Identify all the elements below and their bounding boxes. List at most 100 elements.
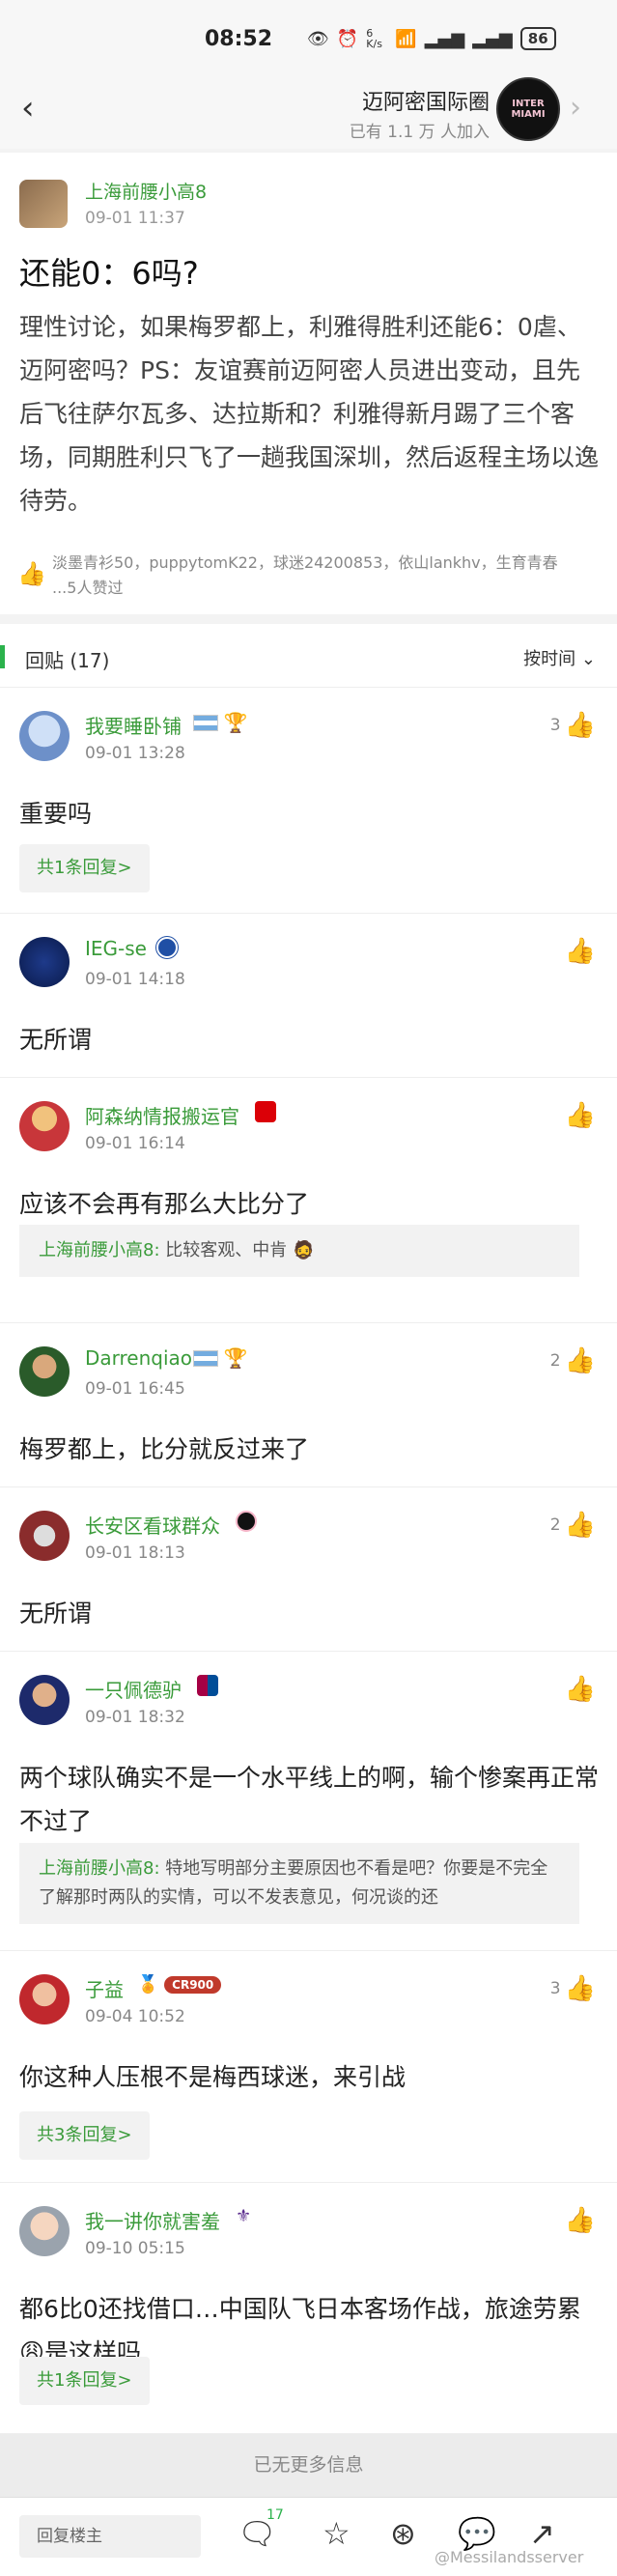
circle-name[interactable]: 迈阿密国际圈: [362, 85, 490, 116]
avatar[interactable]: [19, 1675, 70, 1725]
avatar[interactable]: [19, 1974, 70, 2024]
reply-text: 无所谓: [19, 1599, 93, 1628]
reply-author[interactable]: 子益: [85, 1974, 124, 2002]
chevron-right-icon[interactable]: ›: [570, 91, 581, 125]
avatar[interactable]: [19, 1346, 70, 1397]
quote-author: 上海前腰小高8:: [39, 1858, 160, 1879]
post-likes[interactable]: 淡墨青衫50，puppytomK22，球迷24200853，依山lankhv，生…: [52, 551, 574, 601]
fiorentina-badge-icon: ⚜: [236, 2206, 252, 2226]
trophy-icon: 🏆: [223, 711, 248, 734]
quote-text: 比较客观、中肯: [159, 1240, 288, 1260]
chevron-down-icon: ⌄: [580, 649, 596, 669]
quoted-reply[interactable]: 上海前腰小高8: 特地写明部分主要原因也不看是吧？你要是不完全了解那时两队的实情…: [19, 1843, 579, 1924]
chelsea-badge-icon: [156, 937, 178, 958]
like-button[interactable]: 👍: [561, 1675, 596, 1704]
sort-label: 按时间: [523, 649, 576, 669]
argentina-flag-icon: [193, 714, 218, 731]
arsenal-badge-icon: [255, 1101, 276, 1122]
sub-replies-button[interactable]: 共3条回复>: [19, 2111, 150, 2160]
thumbs-up-icon: 👍: [564, 1675, 596, 1704]
reply-author[interactable]: IEG-se: [85, 937, 147, 960]
argentina-flag-icon: [193, 1349, 218, 1367]
post-title: 还能0：6吗?: [19, 255, 199, 292]
reply-time: 09-01 18:32: [85, 1708, 185, 1727]
reply-author[interactable]: 我要睡卧铺: [85, 711, 182, 739]
like-count: 3: [549, 716, 561, 735]
wechat-icon[interactable]: 💬: [458, 2515, 496, 2552]
sort-dropdown[interactable]: 按时间 ⌄: [523, 645, 596, 670]
sub-replies-button[interactable]: 共1条回复>: [19, 844, 150, 892]
thumbs-up-icon: 👍: [564, 1346, 596, 1375]
avatar[interactable]: [19, 180, 68, 228]
reply-text: 两个球队确实不是一个水平线上的啊，输个惨案再正常不过了: [19, 1764, 600, 1835]
like-button[interactable]: 2 👍: [550, 1346, 596, 1375]
like-button[interactable]: 👍: [561, 2206, 596, 2235]
like-button[interactable]: 3 👍: [550, 1974, 596, 2003]
network-speed: 6 K/s: [366, 27, 382, 50]
status-time: 08:52: [205, 27, 273, 51]
reply-time: 09-04 10:52: [85, 2007, 185, 2026]
alarm-icon: ⏰: [336, 28, 359, 49]
avatar[interactable]: [19, 937, 70, 987]
wifi-icon: 📶: [395, 28, 417, 49]
reply-text: 梅罗都上，比分就反过来了: [19, 1435, 310, 1463]
thumbs-up-icon: 👍: [564, 711, 596, 740]
reply-author[interactable]: 长安区看球群众: [85, 1511, 220, 1539]
reply-item: 我要睡卧铺 🏆 09-01 13:28 3 👍 重要吗 共1条回复>: [0, 688, 617, 914]
reply-badges: [197, 1675, 218, 1696]
quote-author: 上海前腰小高8:: [39, 1240, 160, 1260]
reply-text: 重要吗: [19, 800, 93, 828]
avatar[interactable]: [19, 1511, 70, 1561]
status-icons: 👁 ⏰ 6 K/s 📶 ▂▄▆ ▂▄▆ 86: [307, 27, 556, 50]
avatar[interactable]: [19, 1101, 70, 1151]
avatar[interactable]: [19, 2206, 70, 2256]
reply-time: 09-01 13:28: [85, 744, 185, 763]
status-bar: 08:52 👁 ⏰ 6 K/s 📶 ▂▄▆ ▂▄▆ 86: [0, 0, 617, 77]
emoji-icon: 🧔: [293, 1240, 315, 1260]
reply-item: 我一讲你就害羞 ⚜ 09-10 05:15 👍 都6比0还找借口…中国队飞日本客…: [0, 2183, 617, 2434]
reply-time: 09-01 16:45: [85, 1379, 185, 1399]
reply-author[interactable]: Darrenqiao: [85, 1346, 192, 1370]
aperture-icon[interactable]: ⊛: [390, 2515, 416, 2552]
reply-time: 09-01 16:14: [85, 1134, 185, 1153]
like-count: 2: [549, 1351, 561, 1371]
replies-header: 回贴 (17) 按时间 ⌄: [0, 624, 617, 688]
bottom-bar: 回复楼主 🗨 17 ☆ ⊛ 💬 ↗ @Messilandsserver: [0, 2497, 617, 2576]
thumbs-up-icon: 👍: [564, 1101, 596, 1130]
share-icon[interactable]: ↗: [529, 2515, 555, 2552]
top-header: ‹ 迈阿密国际圈 已有 1.1 万 人加入 INTER MIAMI ›: [0, 70, 617, 149]
reply-text: 你这种人压根不是梅西球迷，来引战: [19, 2063, 407, 2091]
back-icon[interactable]: ‹: [21, 89, 35, 127]
reply-badges: [236, 1511, 257, 1532]
trophy-icon: 🏆: [223, 1346, 248, 1370]
like-button[interactable]: 2 👍: [550, 1511, 596, 1540]
reply-text: 应该不会再有那么大比分了: [19, 1190, 310, 1218]
post-author[interactable]: 上海前腰小高8: [85, 178, 207, 204]
like-button[interactable]: 👍: [561, 937, 596, 966]
reply-badges: ⚜: [236, 2206, 251, 2226]
reply-badges: [255, 1101, 276, 1122]
like-button[interactable]: 3 👍: [550, 711, 596, 740]
reply-badges: 🏆: [193, 711, 248, 734]
signal-icon: ▂▄▆: [424, 28, 465, 49]
circle-members: 已有 1.1 万 人加入: [349, 123, 490, 142]
inter-miami-badge-icon: [236, 1511, 257, 1532]
reply-time: 09-10 05:15: [85, 2239, 185, 2258]
reply-input[interactable]: 回复楼主: [19, 2515, 201, 2558]
quoted-reply[interactable]: 上海前腰小高8: 比较客观、中肯 🧔: [19, 1225, 579, 1277]
reply-author[interactable]: 我一讲你就害羞: [85, 2206, 220, 2234]
star-icon[interactable]: ☆: [323, 2515, 351, 2552]
thumbs-up-icon: 👍: [564, 1974, 596, 2003]
avatar[interactable]: [19, 711, 70, 761]
reply-badges: [156, 937, 178, 958]
post-time: 09-01 11:37: [85, 209, 185, 228]
reply-time: 09-01 14:18: [85, 970, 185, 989]
reply-author[interactable]: 一只佩德驴: [85, 1675, 182, 1703]
reply-author[interactable]: 阿森纳情报搬运官: [85, 1101, 239, 1129]
reply-badges: 🏆: [193, 1346, 248, 1370]
sub-replies-button[interactable]: 共1条回复>: [19, 2357, 150, 2405]
circle-logo[interactable]: INTER MIAMI: [496, 77, 560, 141]
like-button[interactable]: 👍: [561, 1101, 596, 1130]
reply-badges: 🏅 CR900: [137, 1974, 222, 1995]
thumbs-up-icon[interactable]: 👍: [17, 560, 46, 587]
